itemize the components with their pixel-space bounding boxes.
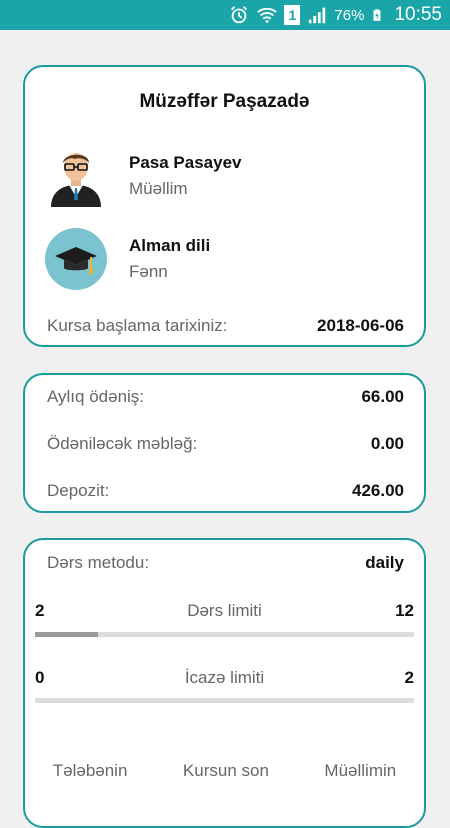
start-date-value: 2018-06-06 [317,316,404,335]
teacher-role: Müəllim [129,179,188,198]
lesson-limit-total: 12 [395,601,414,620]
start-date-row: Kursa başlama tarixiniz: 2018-06-06 [47,316,404,340]
course-info-card: Müzəffər Paşazadə Pasa Pasayev Müəllim A… [23,65,426,347]
subject-name: Alman dili [129,236,211,255]
bottom-columns: Tələbənin Kursun son Müəllimin [25,761,424,781]
lesson-limit-row: 2 Dərs limiti 12 [35,601,414,625]
signal-icon [309,7,326,24]
status-icons: 1 76% 10:55 [228,0,442,30]
start-date-label: Kursa başlama tarixiniz: [47,316,228,335]
alarm-icon [231,6,248,24]
teacher-row[interactable]: Pasa Pasayev Müəllim [45,145,404,215]
amount-due-label: Ödəniləcək məbləğ: [47,434,198,453]
student-column: Tələbənin [52,761,128,780]
monthly-payment-label: Aylıq ödəniş: [47,387,145,406]
student-name: Müzəffər Paşazadə [139,91,310,112]
subject-role: Fənn [129,262,168,281]
battery-charging-icon [373,9,381,21]
teacher-column: Müəllimin [324,761,397,780]
limits-card: Dərs metodu: daily 2 Dərs limiti 12 0 İc… [23,538,426,828]
lesson-limit-label: Dərs limiti [187,601,262,620]
wifi-icon [257,7,278,23]
leave-limit-label: İcazə limiti [184,668,265,687]
leave-limit-row: 0 İcazə limiti 2 [35,668,414,692]
monthly-payment-value: 66.00 [361,387,404,406]
battery-percent: 76% [334,6,365,24]
teacher-name: Pasa Pasayev [129,153,242,172]
deposit-value: 426.00 [352,481,404,500]
subject-row[interactable]: Alman dili Fənn [45,228,404,298]
teacher-avatar-icon [51,153,101,207]
payments-card: Aylıq ödəniş: 66.00 Ödəniləcək məbləğ: 0… [23,373,426,513]
lesson-limit-progress [35,632,414,637]
monthly-payment-row: Aylıq ödəniş: 66.00 [47,387,404,411]
course-end-column: Kursun son [182,761,269,780]
clock: 10:55 [394,4,442,25]
amount-due-row: Ödəniləcək məbləğ: 0.00 [47,434,404,458]
status-bar: 1 76% 10:55 [0,0,450,30]
lesson-method-label: Dərs metodu: [47,553,150,572]
deposit-label: Depozit: [47,481,110,500]
lesson-limit-progress-fill [35,632,99,637]
amount-due-value: 0.00 [370,434,404,453]
leave-limit-progress [35,698,414,703]
sim-icon: 1 [284,5,301,25]
lesson-method-row: Dərs metodu: daily [47,553,404,577]
lesson-method-value: daily [365,553,404,572]
deposit-row: Depozit: 426.00 [47,481,404,505]
leave-limit-total: 2 [404,668,414,687]
graduation-cap-icon [45,228,107,290]
